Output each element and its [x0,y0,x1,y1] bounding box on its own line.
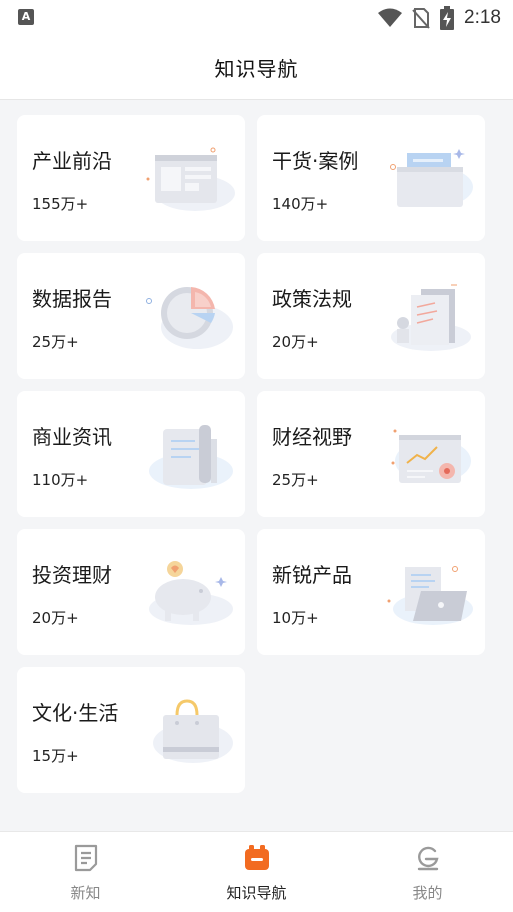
category-title: 数据报告 [32,287,112,311]
category-count: 15万+ [32,747,79,765]
shopping-bag-illustration-icon [153,699,233,763]
profile-icon [417,846,439,871]
category-count: 20万+ [272,333,319,351]
tab-label: 知识导航 [226,884,287,902]
category-count: 140万+ [272,195,329,213]
tab-news[interactable]: 新知 [0,832,171,912]
category-card-finance-vision[interactable]: 财经视野 25万+ [257,391,485,517]
category-title: 干货·案例 [272,149,359,173]
category-title: 财经视野 [272,425,352,449]
category-title: 文化·生活 [32,701,119,725]
news-icon [74,844,98,872]
page-title: 知识导航 [214,57,299,81]
app-header: 知识导航 [0,36,513,100]
category-card-business-news[interactable]: 商业资讯 110万+ [17,391,245,517]
category-title: 投资理财 [32,563,112,587]
category-card-data-reports[interactable]: 数据报告 25万+ [17,253,245,379]
trend-chart-illustration-icon [391,429,471,483]
tab-label: 新知 [70,884,101,902]
law-book-illustration-icon [391,284,471,351]
newspaper-illustration-icon [146,147,235,211]
tab-label: 我的 [412,884,443,902]
notification-badge-icon: A [18,9,34,25]
wifi-icon [378,8,403,27]
navigation-icon [245,845,269,870]
category-count: 155万+ [32,195,89,213]
category-card-policies-regulations[interactable]: 政策法规 20万+ [257,253,485,379]
document-scroll-illustration-icon [149,425,233,489]
status-bar: A 2:18 [0,0,513,36]
category-card-investment-finance[interactable]: 投资理财 20万+ [17,529,245,655]
folder-illustration-icon [390,149,473,207]
category-title: 商业资讯 [32,425,112,449]
category-title: 新锐产品 [272,563,352,587]
category-title: 政策法规 [272,287,352,311]
category-count: 20万+ [32,609,79,627]
bottom-navigation: 新知 知识导航 我的 [0,831,513,912]
category-count: 10万+ [272,609,319,627]
battery-charging-icon [440,6,455,30]
tab-my-profile[interactable]: 我的 [342,832,513,912]
category-count: 110万+ [32,471,89,489]
category-count: 25万+ [32,333,79,351]
laptop-illustration-icon [387,566,473,625]
piggy-bank-illustration-icon [149,561,233,625]
category-card-industry-frontier[interactable]: 产业前沿 155万+ [17,115,245,241]
category-count: 25万+ [272,471,319,489]
category-card-practical-cases[interactable]: 干货·案例 140万+ [257,115,485,241]
category-card-new-products[interactable]: 新锐产品 10万+ [257,529,485,655]
category-title: 产业前沿 [32,149,112,173]
category-card-culture-life[interactable]: 文化·生活 15万+ [17,667,245,793]
status-icons: 2:18 [378,6,501,30]
tab-knowledge-navigation[interactable]: 知识导航 [171,832,342,912]
no-sim-icon [412,8,430,29]
pie-chart-illustration-icon [146,287,233,349]
status-time: 2:18 [464,7,501,28]
